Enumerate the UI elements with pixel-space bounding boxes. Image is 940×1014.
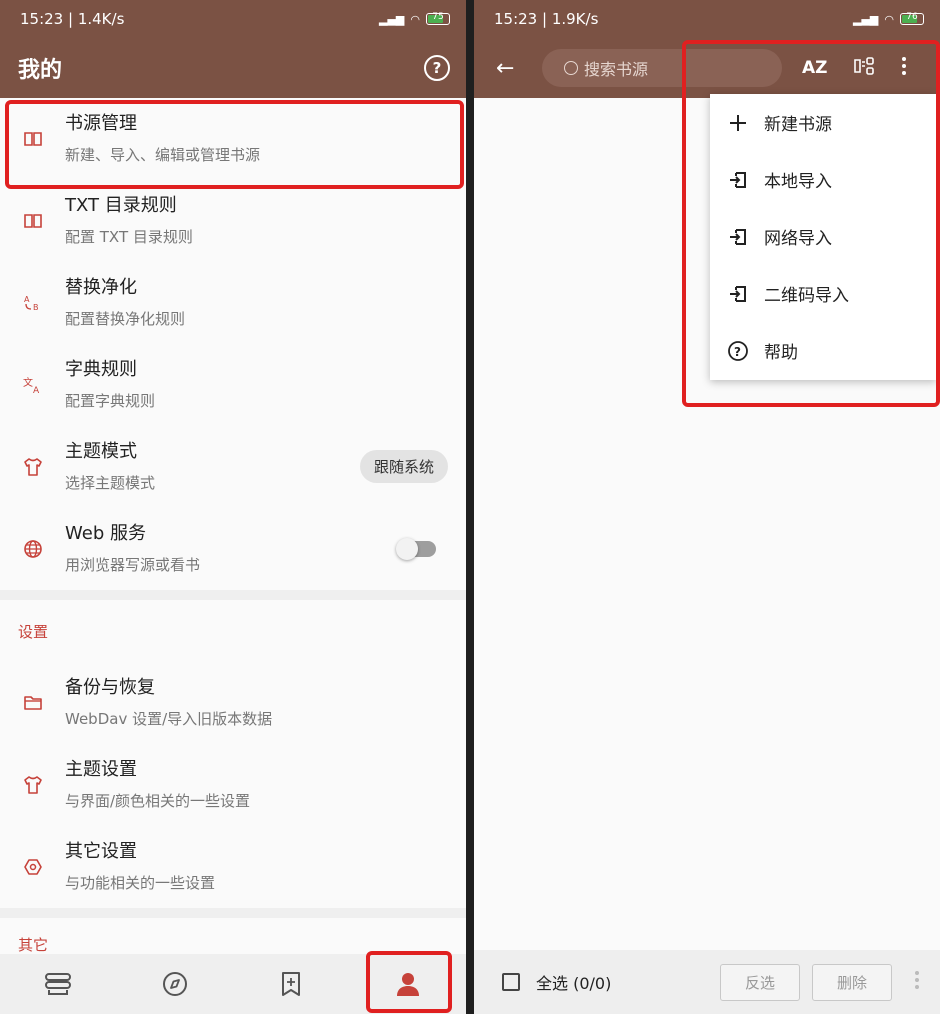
item-subtitle: 配置 TXT 目录规则 bbox=[65, 228, 193, 246]
header: 15:23 | 1.4K/s ▂▄▆ ◠ 75 我的 ? bbox=[0, 0, 466, 98]
web-service-toggle[interactable] bbox=[396, 538, 436, 560]
item-subtitle: 与界面/颜色相关的一些设置 bbox=[65, 792, 251, 810]
help-icon: ? bbox=[724, 340, 752, 362]
svg-text:文: 文 bbox=[23, 376, 33, 389]
menu-item-backup[interactable]: 备份与恢复 WebDav 设置/导入旧版本数据 bbox=[0, 662, 466, 744]
plus-icon bbox=[724, 113, 752, 133]
search-icon bbox=[564, 61, 578, 75]
menu-item-local-import[interactable]: 本地导入 bbox=[710, 151, 936, 208]
svg-text:?: ? bbox=[734, 345, 741, 359]
book-icon bbox=[18, 131, 48, 147]
back-arrow-icon[interactable]: ← bbox=[496, 56, 536, 81]
svg-text:B: B bbox=[33, 303, 39, 312]
item-subtitle: 配置替换净化规则 bbox=[65, 310, 186, 328]
translate-icon: 文A bbox=[18, 376, 48, 394]
invert-selection-button[interactable]: 反选 bbox=[719, 963, 800, 1001]
menu-item-other-settings[interactable]: 其它设置 与功能相关的一些设置 bbox=[0, 826, 466, 908]
menu-item-theme-settings[interactable]: 主题设置 与界面/颜色相关的一些设置 bbox=[0, 744, 466, 826]
my-page-screen: 15:23 | 1.4K/s ▂▄▆ ◠ 75 我的 ? 书源管理 新建、导入、… bbox=[0, 0, 466, 1014]
section-header-settings: 设置 bbox=[18, 622, 49, 641]
search-input[interactable]: 搜索书源 bbox=[542, 49, 782, 87]
book-icon bbox=[18, 213, 48, 229]
import-icon bbox=[724, 227, 752, 247]
status-bar: 15:23 | 1.4K/s ▂▄▆ ◠ 75 bbox=[0, 0, 466, 38]
battery-icon: 75 bbox=[426, 12, 450, 25]
menu-label: 二维码导入 bbox=[764, 286, 849, 306]
menu-item-web-service[interactable]: Web 服务 用浏览器写源或看书 bbox=[0, 508, 466, 590]
svg-text:A: A bbox=[33, 386, 40, 394]
selection-bar: 全选 (0/0) 反选 删除 bbox=[474, 950, 940, 1014]
svg-text:A: A bbox=[24, 295, 30, 304]
page-title: 我的 bbox=[18, 58, 63, 83]
item-subtitle: WebDav 设置/导入旧版本数据 bbox=[65, 710, 273, 728]
more-vert-icon[interactable] bbox=[901, 56, 907, 81]
item-title: 替换净化 bbox=[65, 277, 137, 298]
signal-icon: ▂▄▆ bbox=[379, 12, 405, 26]
menu-item-book-source[interactable]: 书源管理 新建、导入、编辑或管理书源 bbox=[0, 98, 466, 180]
compass-icon[interactable] bbox=[155, 964, 195, 1004]
menu-item-replace[interactable]: AB 替换净化 配置替换净化规则 bbox=[0, 262, 466, 344]
select-all-checkbox[interactable] bbox=[502, 973, 520, 991]
signal-icon: ▂▄▆ bbox=[853, 12, 879, 26]
menu-item-new-source[interactable]: 新建书源 bbox=[710, 94, 936, 151]
item-title: 主题设置 bbox=[65, 759, 137, 780]
import-icon bbox=[724, 170, 752, 190]
more-vert-icon[interactable] bbox=[914, 970, 920, 994]
wifi-icon: ◠ bbox=[410, 12, 420, 26]
status-time: 15:23 | 1.9K/s bbox=[494, 10, 599, 28]
app-bar: 我的 ? bbox=[0, 38, 466, 98]
status-time: 15:23 | 1.4K/s bbox=[20, 10, 125, 28]
person-icon[interactable] bbox=[388, 964, 428, 1004]
bottom-navigation bbox=[0, 954, 466, 1014]
help-icon[interactable]: ? bbox=[424, 55, 450, 81]
menu-label: 网络导入 bbox=[764, 229, 832, 249]
import-icon bbox=[724, 284, 752, 304]
menu-item-dictionary[interactable]: 文A 字典规则 配置字典规则 bbox=[0, 344, 466, 426]
divider bbox=[0, 908, 466, 918]
wifi-icon: ◠ bbox=[884, 12, 894, 26]
menu-item-network-import[interactable]: 网络导入 bbox=[710, 208, 936, 265]
menu-label: 本地导入 bbox=[764, 172, 832, 192]
menu-label: 新建书源 bbox=[764, 115, 832, 135]
item-subtitle: 配置字典规则 bbox=[65, 392, 156, 410]
item-title: 字典规则 bbox=[65, 359, 137, 380]
overflow-menu: 新建书源 本地导入 网络导入 二维码导入 ? 帮助 bbox=[710, 94, 936, 380]
menu-item-qrcode-import[interactable]: 二维码导入 bbox=[710, 265, 936, 322]
theme-mode-value-pill[interactable]: 跟随系统 bbox=[359, 450, 448, 483]
replace-ab-icon: AB bbox=[18, 294, 48, 312]
item-title: 备份与恢复 bbox=[65, 677, 155, 698]
delete-button[interactable]: 删除 bbox=[811, 963, 892, 1001]
search-placeholder: 搜索书源 bbox=[584, 60, 649, 79]
menu-item-txt-rules[interactable]: TXT 目录规则 配置 TXT 目录规则 bbox=[0, 180, 466, 262]
folder-icon bbox=[18, 694, 48, 712]
select-all-label: 全选 (0/0) bbox=[536, 974, 612, 993]
item-subtitle: 新建、导入、编辑或管理书源 bbox=[65, 146, 261, 164]
bookmark-add-icon[interactable] bbox=[271, 964, 311, 1004]
status-bar: 15:23 | 1.9K/s ▂▄▆ ◠ 76 bbox=[474, 0, 940, 38]
battery-icon: 76 bbox=[900, 12, 924, 25]
sort-az-icon[interactable]: AZ bbox=[802, 58, 827, 78]
settings-hexagon-icon bbox=[18, 857, 48, 877]
divider bbox=[0, 590, 466, 600]
globe-icon bbox=[18, 539, 48, 559]
item-title: TXT 目录规则 bbox=[65, 195, 177, 216]
item-subtitle: 与功能相关的一些设置 bbox=[65, 874, 216, 892]
shirt-icon bbox=[18, 776, 48, 794]
menu-item-help[interactable]: ? 帮助 bbox=[710, 322, 936, 379]
item-title: 书源管理 bbox=[65, 113, 137, 134]
menu-label: 帮助 bbox=[764, 343, 798, 363]
app-bar: ← 搜索书源 AZ bbox=[474, 38, 940, 98]
shirt-icon bbox=[18, 458, 48, 476]
header: 15:23 | 1.9K/s ▂▄▆ ◠ 76 ← 搜索书源 AZ bbox=[474, 0, 940, 98]
item-title: 其它设置 bbox=[65, 841, 137, 862]
bookshelf-icon[interactable] bbox=[38, 964, 78, 1004]
group-icon[interactable] bbox=[853, 56, 875, 81]
menu-item-theme-mode[interactable]: 主题模式 选择主题模式 跟随系统 bbox=[0, 426, 466, 508]
book-source-screen: 15:23 | 1.9K/s ▂▄▆ ◠ 76 ← 搜索书源 AZ 新建书源 本… bbox=[474, 0, 940, 1014]
